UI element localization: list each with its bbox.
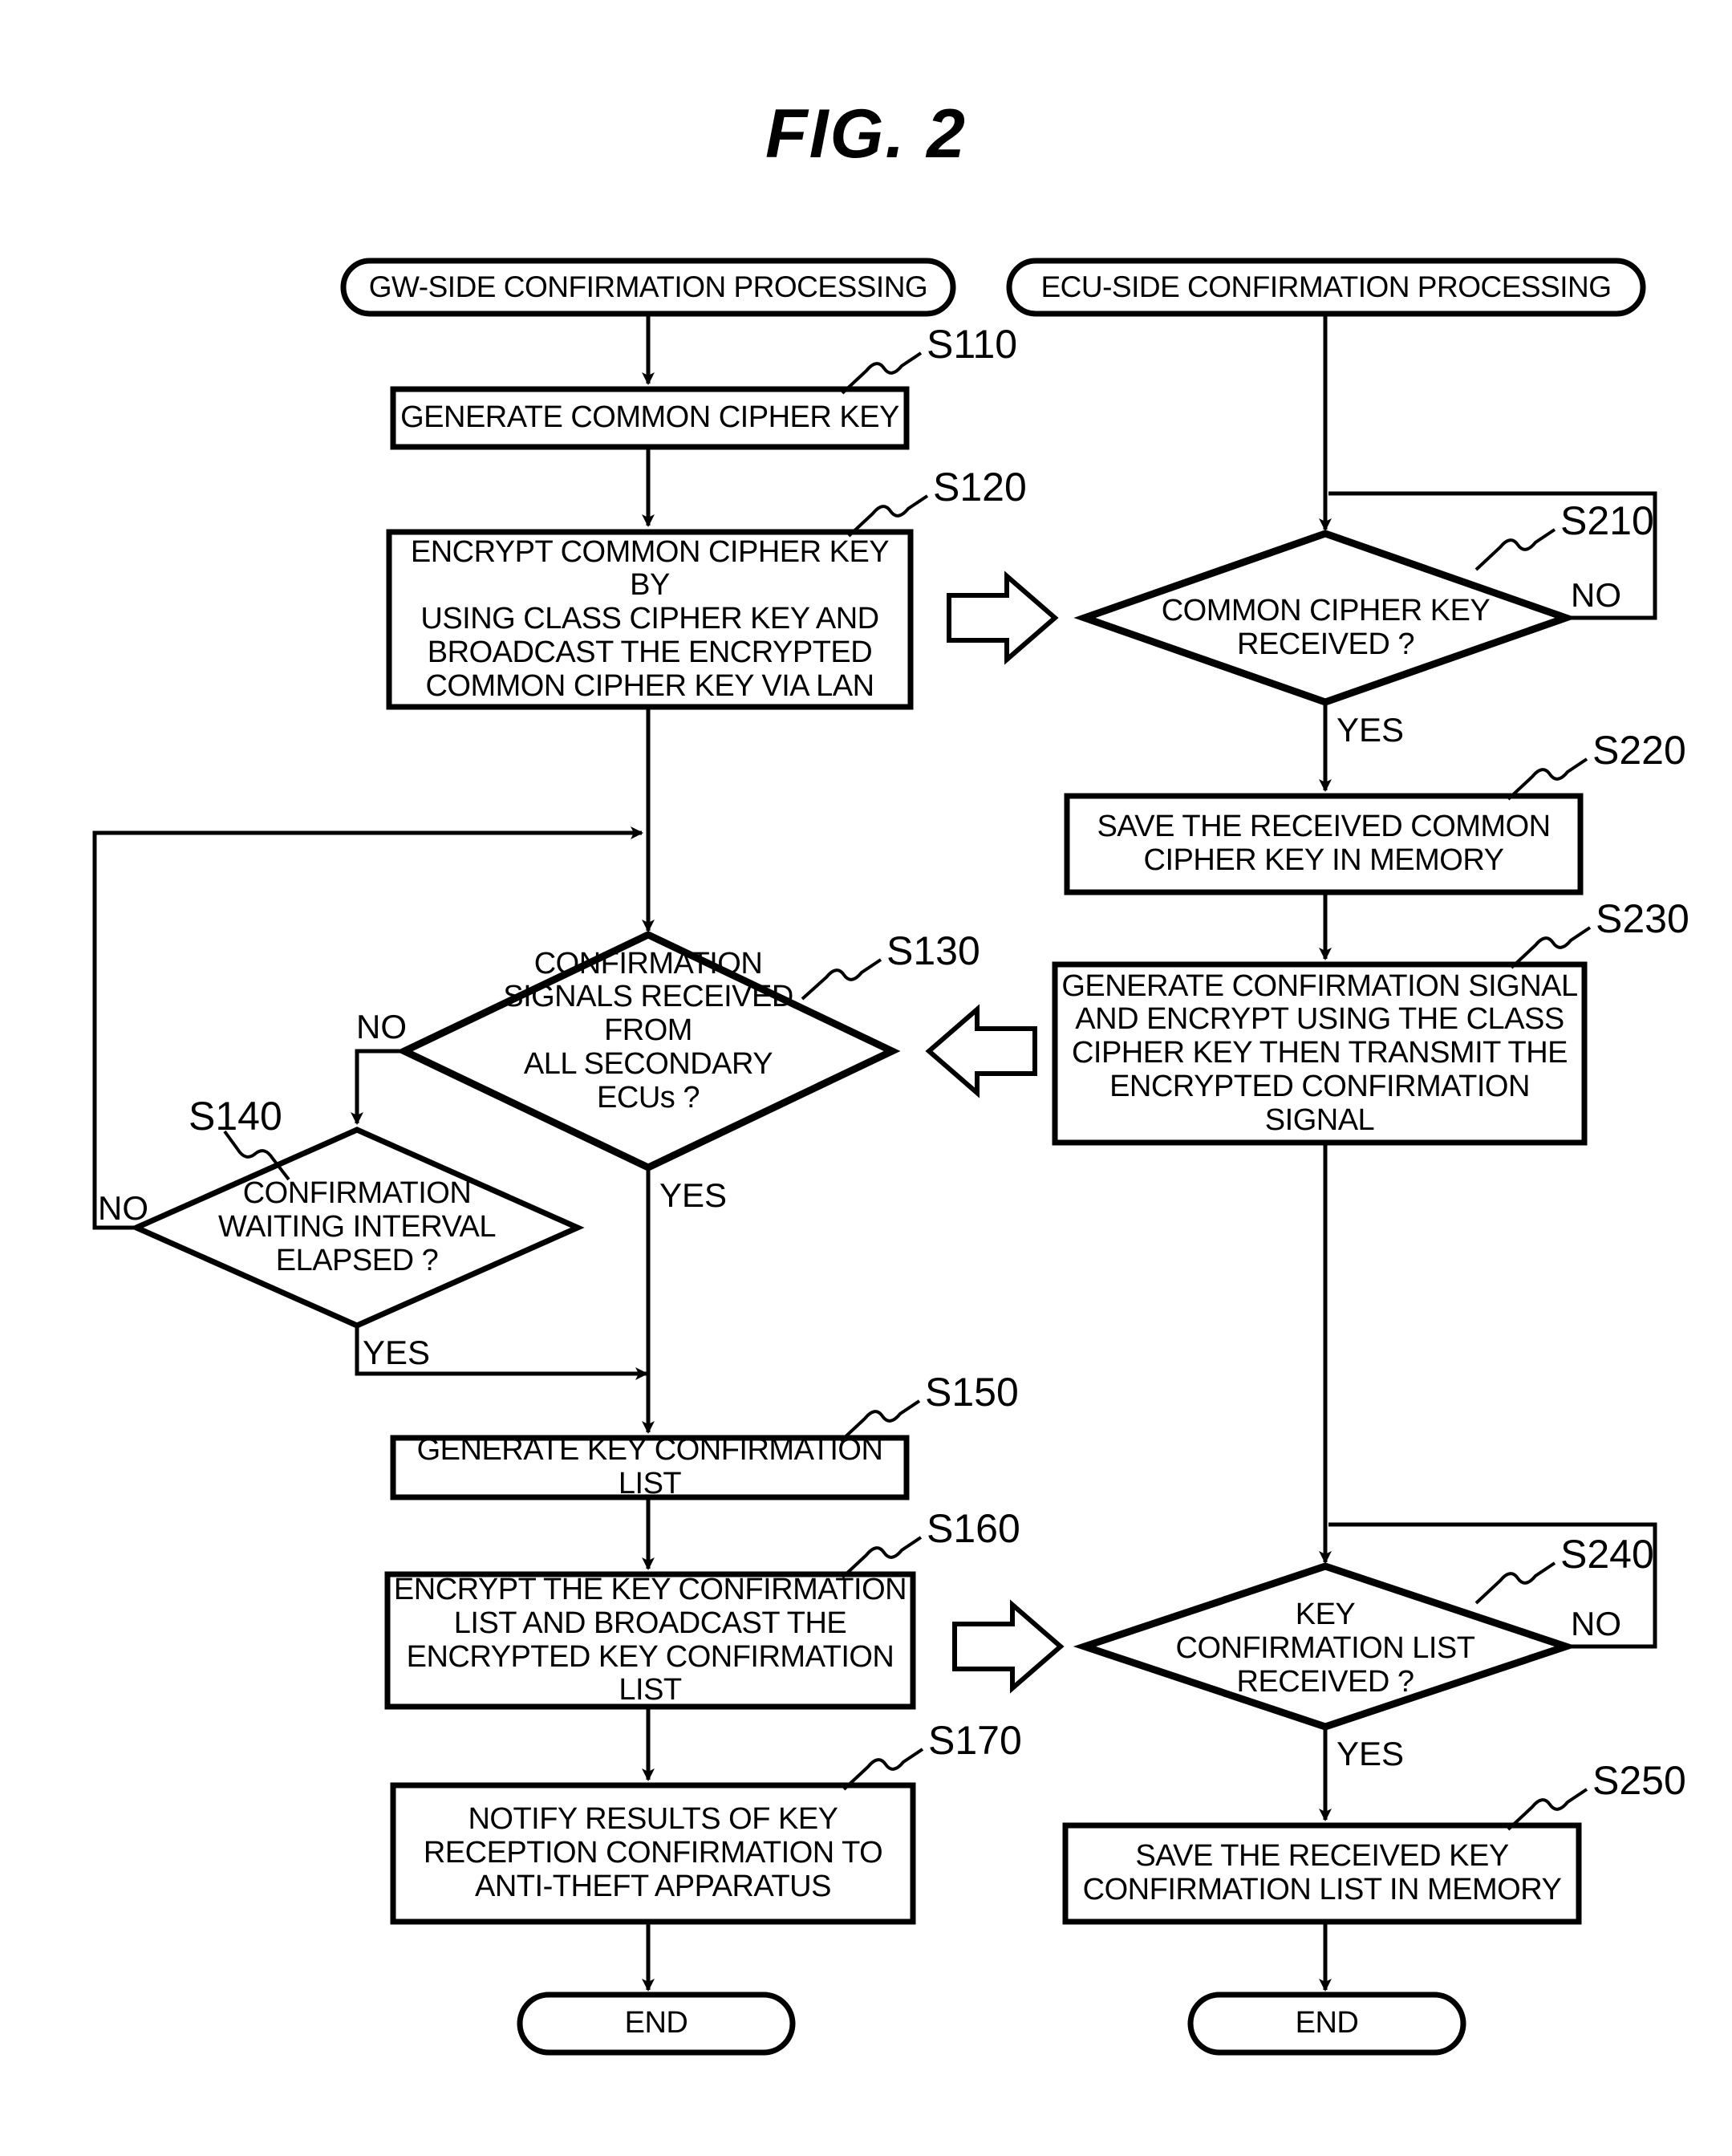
step-label-s210: S210 xyxy=(1560,498,1654,543)
step-label-s120: S120 xyxy=(933,465,1027,510)
step-label-s150: S150 xyxy=(925,1370,1019,1415)
step-label-s170: S170 xyxy=(928,1718,1022,1763)
branch-label-s130-yes: YES xyxy=(659,1176,728,1214)
step-label-s140: S140 xyxy=(189,1094,282,1139)
branch-label-s130-no: NO xyxy=(356,1008,407,1046)
branch-label-s210-no: NO xyxy=(1571,576,1621,614)
branch-label-s140-yes: YES xyxy=(363,1334,431,1371)
step-label-s230: S230 xyxy=(1596,896,1689,941)
step-label-s160: S160 xyxy=(927,1506,1020,1551)
step-label-s110: S110 xyxy=(927,322,1018,367)
step-label-s250: S250 xyxy=(1592,1758,1686,1803)
branch-label-s240-yes: YES xyxy=(1337,1735,1405,1772)
branch-label-s240-no: NO xyxy=(1571,1605,1621,1642)
figure-page: FIG. 2 GW-SIDE CONFIRMATION PROCESSING G… xyxy=(0,0,1732,2156)
step-leader-lines xyxy=(223,351,1592,1831)
step-label-s240: S240 xyxy=(1560,1532,1654,1577)
branch-label-s210-yes: YES xyxy=(1337,711,1405,749)
step-label-s130: S130 xyxy=(886,928,980,973)
step-label-s220: S220 xyxy=(1592,728,1686,773)
branch-label-s140-no: NO xyxy=(98,1189,148,1227)
